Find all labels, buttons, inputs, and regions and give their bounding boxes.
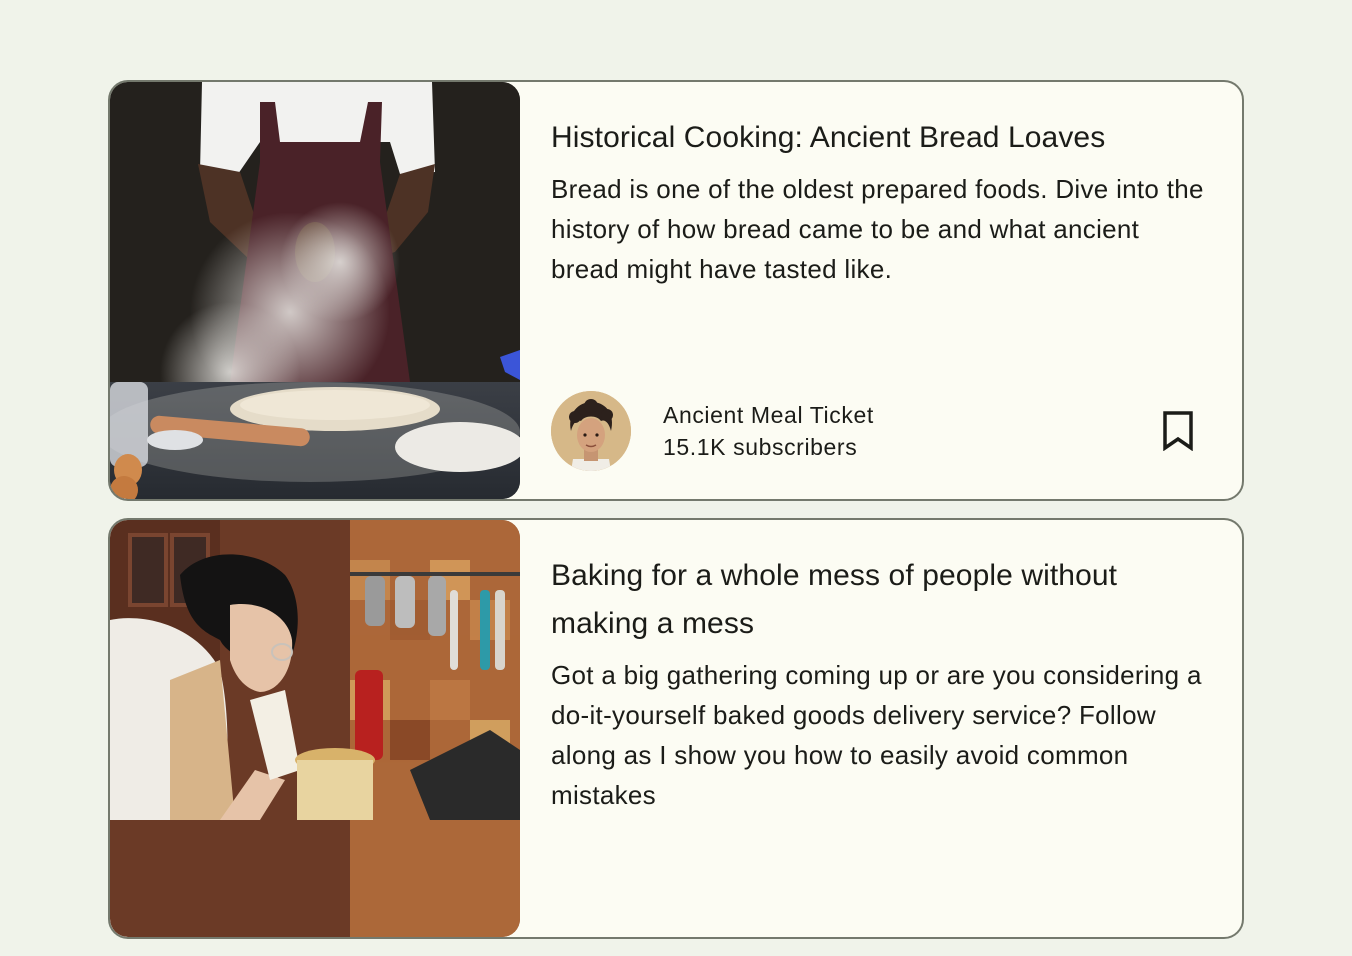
video-thumbnail[interactable] <box>110 82 520 499</box>
subscriber-count: 15.1K subscribers <box>663 434 858 460</box>
baker-flour-photo <box>110 82 520 499</box>
video-card[interactable]: Historical Cooking: Ancient Bread Loaves… <box>108 80 1244 501</box>
video-description: Bread is one of the oldest prepared food… <box>551 174 1204 284</box>
card-content: Baking for a whole mess of people withou… <box>551 520 1210 937</box>
channel-avatar[interactable] <box>551 391 631 471</box>
video-card[interactable]: Baking for a whole mess of people withou… <box>108 518 1244 939</box>
video-feed: Historical Cooking: Ancient Bread Loaves… <box>108 80 1244 956</box>
video-thumbnail[interactable] <box>110 520 520 937</box>
avatar-image <box>551 391 631 471</box>
channel-info: Ancient Meal Ticket 15.1K subscribers <box>551 391 1210 471</box>
video-title[interactable]: Baking for a whole mess of people withou… <box>551 552 1210 648</box>
bookmark-outline-icon <box>1163 411 1193 451</box>
channel-name[interactable]: Ancient Meal Ticket <box>663 399 874 431</box>
bookmark-button[interactable] <box>1154 407 1202 455</box>
video-description: Got a big gathering coming up or are you… <box>551 660 1202 810</box>
piping-frosting-photo <box>110 520 520 937</box>
video-title[interactable]: Historical Cooking: Ancient Bread Loaves <box>551 114 1210 162</box>
card-content: Historical Cooking: Ancient Bread Loaves… <box>551 82 1210 499</box>
